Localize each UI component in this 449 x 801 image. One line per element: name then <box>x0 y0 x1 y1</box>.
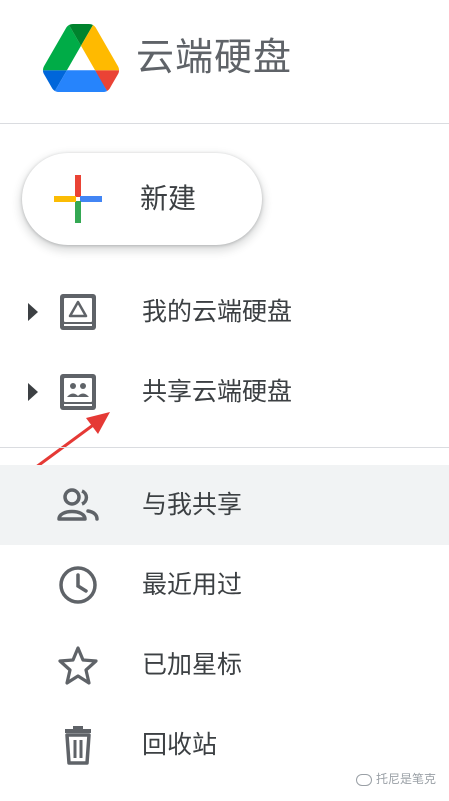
nav-item-shared-with-me[interactable]: 与我共享 <box>0 465 449 545</box>
trash-icon <box>65 726 91 765</box>
plus-icon <box>54 175 102 223</box>
drive-sidebar: 云端硬盘 新建 我的云端硬盘 共享云端硬盘 与我共享 最近用过 已加星标 回收站… <box>0 0 449 801</box>
my-drive-icon <box>60 294 96 330</box>
expand-caret-icon[interactable] <box>28 383 38 401</box>
clock-icon <box>59 566 97 604</box>
people-icon <box>57 488 99 521</box>
nav-item-shared-with-me-label: 与我共享 <box>142 490 243 519</box>
header: 云端硬盘 <box>0 0 449 124</box>
nav-item-recent-label: 最近用过 <box>142 570 243 599</box>
nav-item-recent[interactable]: 最近用过 <box>0 545 449 625</box>
nav-item-shared-drives-label: 共享云端硬盘 <box>142 377 293 406</box>
nav-item-trash-label: 回收站 <box>142 730 218 759</box>
header-divider <box>0 123 449 124</box>
star-icon <box>58 646 98 685</box>
wechat-icon <box>356 773 372 786</box>
nav-item-starred[interactable]: 已加星标 <box>0 625 449 705</box>
nav-item-my-drive-label: 我的云端硬盘 <box>142 297 293 326</box>
new-button[interactable]: 新建 <box>22 153 262 245</box>
expand-caret-icon[interactable] <box>28 303 38 321</box>
google-drive-logo-icon[interactable] <box>42 24 120 92</box>
app-title: 云端硬盘 <box>136 35 293 79</box>
section-divider <box>0 447 449 448</box>
new-button-label: 新建 <box>140 182 197 215</box>
nav-item-starred-label: 已加星标 <box>142 650 243 679</box>
watermark-text: 托尼是笔克 <box>376 772 437 786</box>
nav-item-my-drive[interactable]: 我的云端硬盘 <box>0 272 449 352</box>
watermark: 托尼是笔克 <box>356 770 436 788</box>
